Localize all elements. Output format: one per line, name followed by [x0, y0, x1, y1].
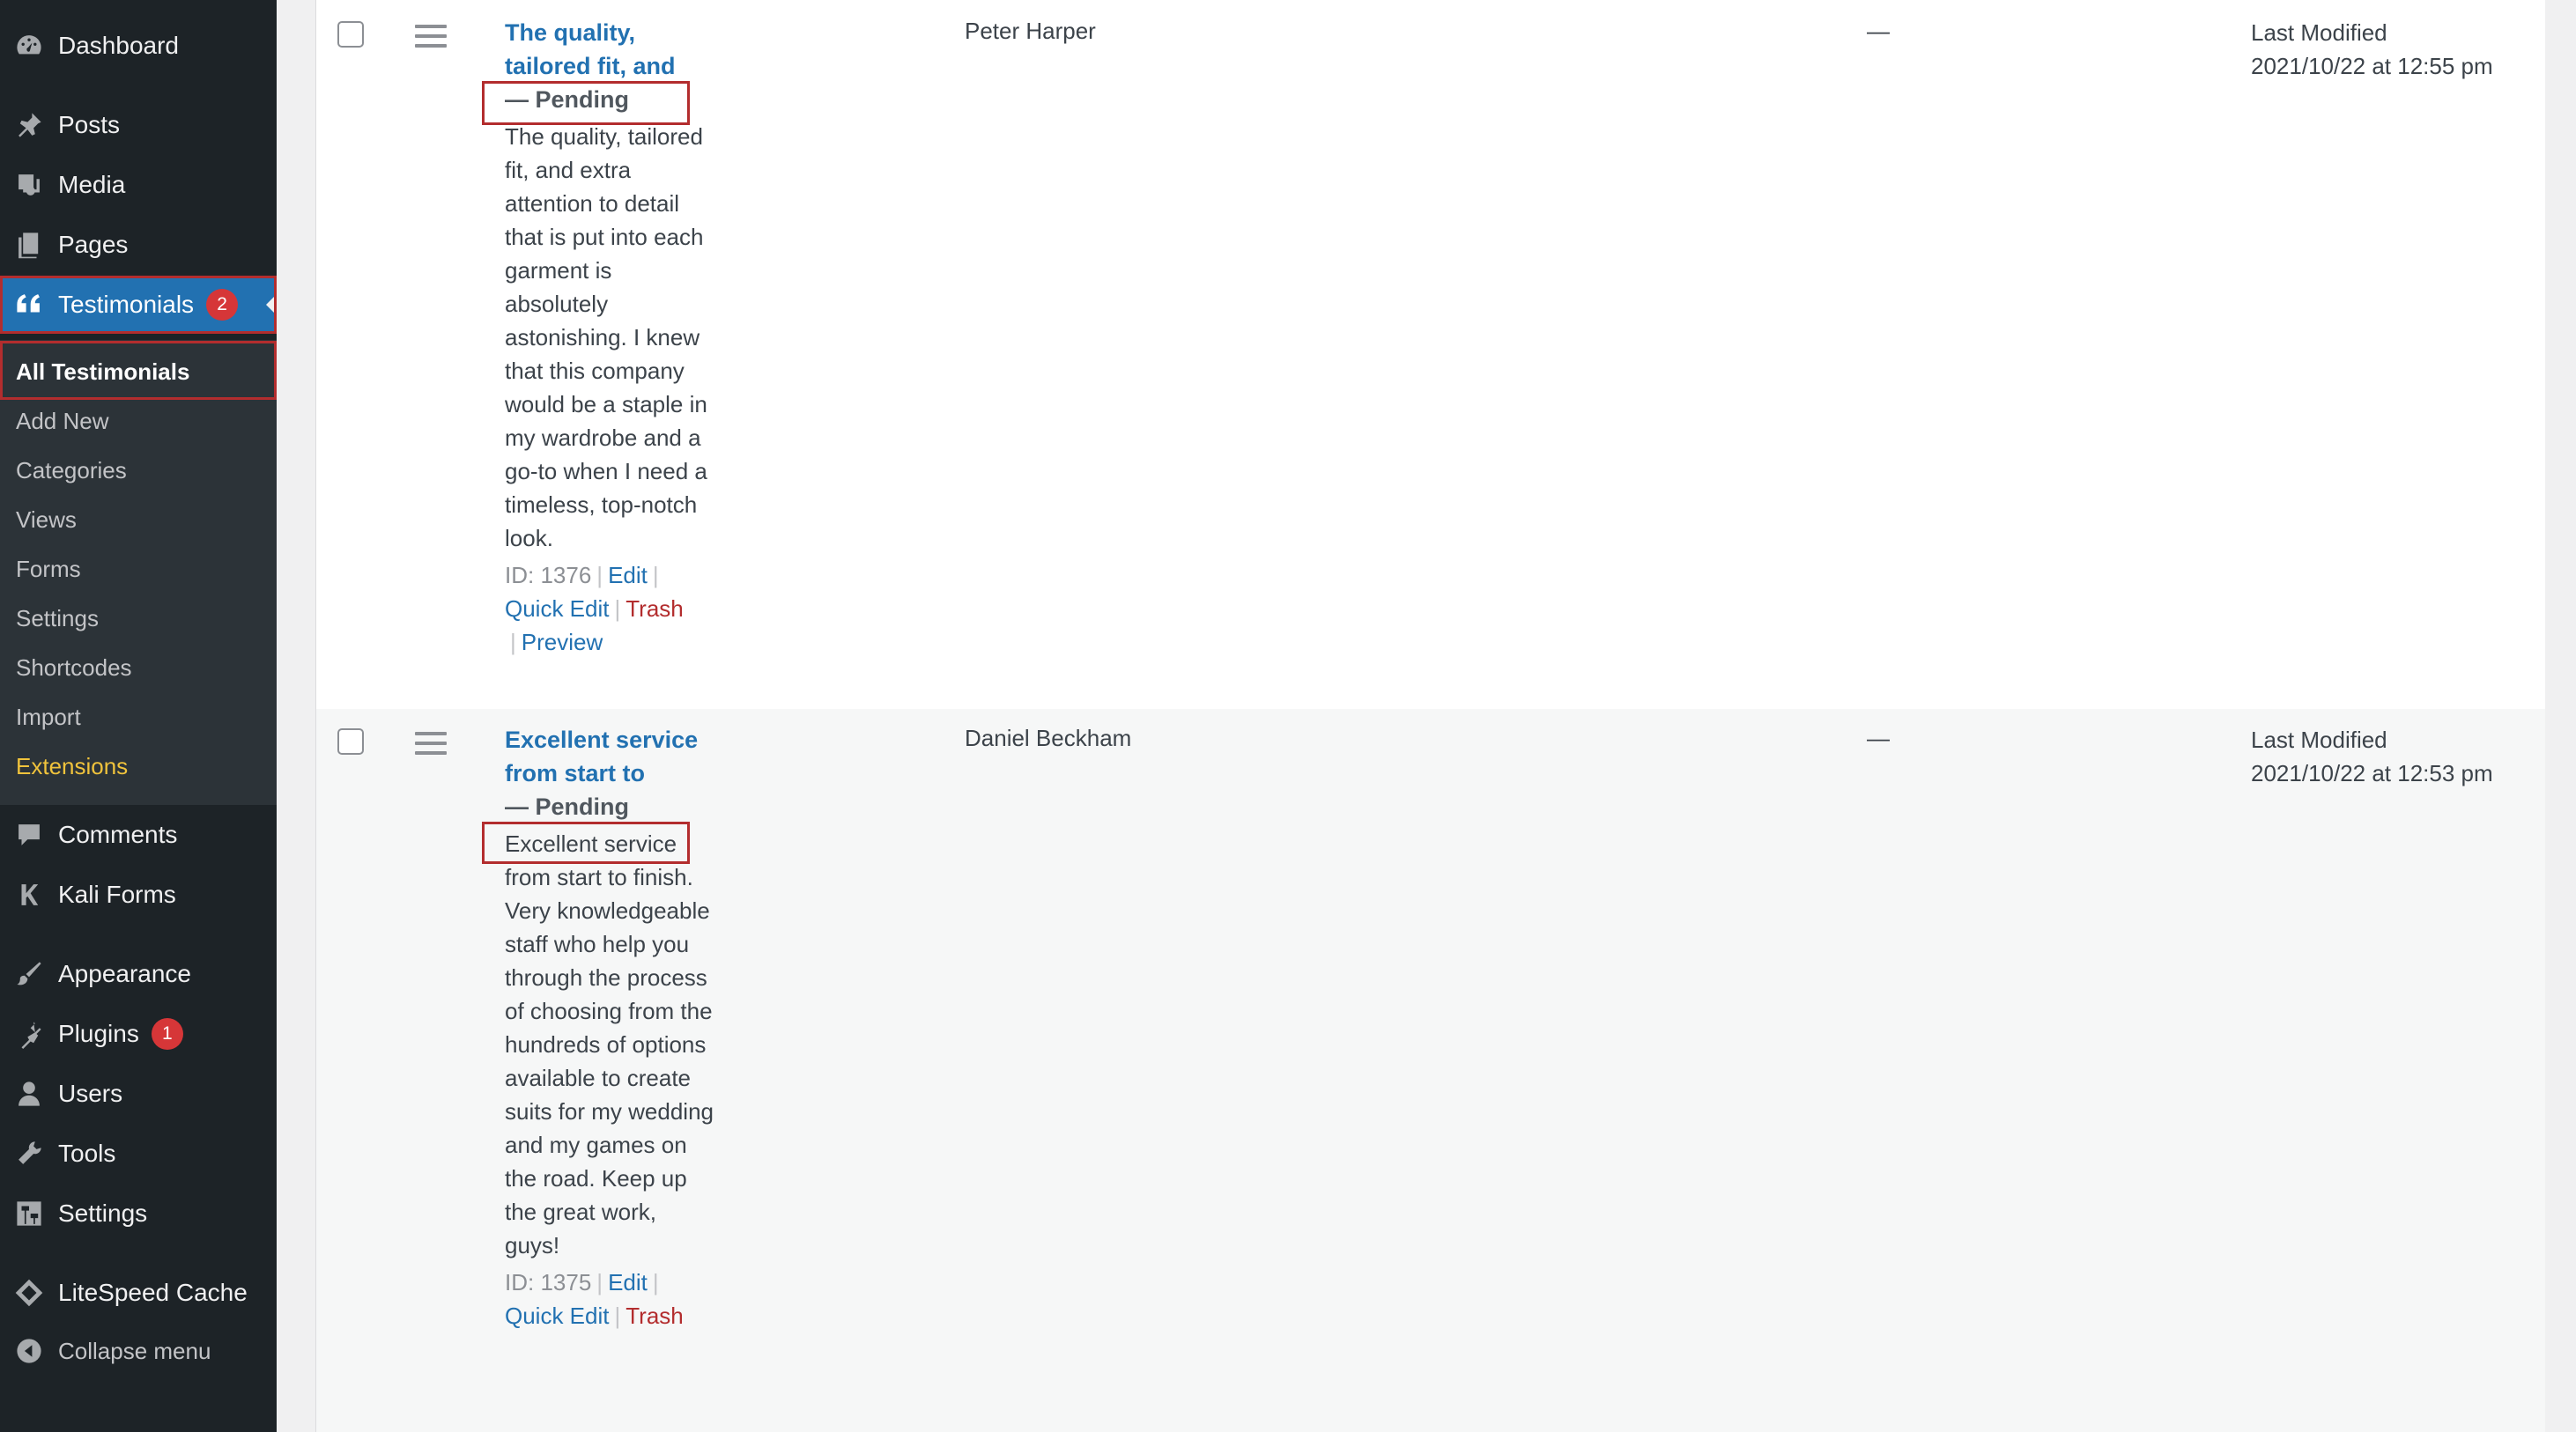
edit-link[interactable]: Edit [608, 562, 648, 588]
submenu-settings[interactable]: Settings [16, 601, 99, 636]
submenu-forms[interactable]: Forms [16, 551, 81, 587]
sidebar-item-label: Pages [58, 231, 129, 258]
table-row: The quality, tailored fit, and — Pending… [316, 0, 2545, 709]
collapse-icon [0, 1336, 58, 1366]
post-state-pending: — Pending [505, 794, 629, 820]
row-checbox[interactable] [337, 728, 364, 755]
count-badge: 1 [151, 1018, 183, 1050]
sidebar-item-label: Media [58, 171, 126, 198]
sidebar-item-label: LiteSpeed Cache [58, 1279, 248, 1306]
drag-handle-icon[interactable] [415, 25, 447, 48]
sidebar-item-dashboard[interactable]: Dashboard [0, 19, 277, 72]
sidebar-item-users[interactable]: Users [0, 1067, 277, 1120]
date-value: 2021/10/22 at 12:53 pm [2251, 760, 2493, 786]
highlight-box [0, 276, 277, 334]
submenu-extensions[interactable]: Extensions [16, 749, 128, 784]
sidebar-item-label: Dashboard [58, 32, 179, 59]
highlight-box [0, 341, 277, 400]
diamond-icon [0, 1278, 58, 1308]
empty-value: — [1867, 725, 1890, 751]
sidebar-item-label: Tools [58, 1140, 116, 1167]
row-id: ID: 1375 [505, 1269, 592, 1295]
sidebar-item-posts[interactable]: Posts [0, 99, 277, 151]
highlight-box [482, 822, 690, 864]
empty-value: — [1867, 18, 1890, 44]
user-icon [0, 1079, 58, 1109]
testimonials-list-table: The quality, tailored fit, and — Pending… [315, 0, 2545, 1432]
wrench-icon [0, 1139, 58, 1169]
sidebar-item-kali-forms[interactable]: Kali Forms [0, 868, 277, 921]
sidebar-item-label: Comments [58, 821, 178, 848]
plugin-icon [0, 1019, 58, 1049]
drag-handle-icon[interactable] [415, 732, 447, 755]
admin-sidebar: Dashboard Posts Media Pages Testimonials… [0, 0, 277, 1432]
sidebar-item-label: Kali Forms [58, 881, 176, 908]
edit-link[interactable]: Edit [608, 1269, 648, 1295]
date-label: Last Modified [2251, 19, 2387, 46]
sidebar-item-pages[interactable]: Pages [0, 218, 277, 271]
media-icon [0, 170, 58, 200]
submenu-categories[interactable]: Categories [16, 453, 127, 488]
submenu-shortcodes[interactable]: Shortcodes [16, 650, 132, 685]
date-column: Last Modified 2021/10/22 at 12:53 pm [2251, 723, 2493, 790]
sidebar-item-label: Settings [58, 1199, 148, 1227]
brush-icon [0, 959, 58, 989]
sidebar-item-comments[interactable]: Comments [0, 808, 277, 861]
row-excerpt: Excellent service from start to finish. … [505, 830, 714, 1259]
row-title-link[interactable]: The quality, tailored fit, and [505, 16, 716, 83]
preview-link[interactable]: Preview [522, 629, 603, 655]
row-title-link[interactable]: Excellent service from start to [505, 723, 716, 790]
sidebar-item-label: Appearance [58, 960, 192, 987]
pin-icon [0, 110, 58, 140]
trash-link[interactable]: Trash [625, 595, 684, 622]
author-name: Daniel Beckham [965, 725, 1132, 751]
sidebar-item-plugins[interactable]: Plugins 1 [0, 1008, 277, 1060]
sidebar-item-media[interactable]: Media [0, 159, 277, 211]
kali-k-icon [0, 880, 58, 910]
settings-icon [0, 1199, 58, 1229]
date-value: 2021/10/22 at 12:55 pm [2251, 53, 2493, 79]
row-actions: ID: 1375 | Edit | Quick Edit | Trash [505, 1269, 684, 1329]
quick-edit-link[interactable]: Quick Edit [505, 595, 610, 622]
sidebar-item-label: Posts [58, 111, 121, 138]
submenu-add-new[interactable]: Add New [16, 403, 109, 439]
sidebar-item-label: Collapse menu [58, 1337, 211, 1364]
row-checkbox[interactable] [337, 21, 364, 48]
submenu-views[interactable]: Views [16, 502, 77, 537]
row-id: ID: 1376 [505, 562, 592, 588]
date-column: Last Modified 2021/10/22 at 12:55 pm [2251, 16, 2493, 83]
collapse-menu-button[interactable]: Collapse menu [0, 1325, 277, 1377]
sidebar-item-litespeed-cache[interactable]: LiteSpeed Cache [0, 1266, 277, 1319]
sidebar-item-appearance[interactable]: Appearance [0, 948, 277, 1000]
dashboard-icon [0, 31, 58, 61]
sidebar-item-settings[interactable]: Settings [0, 1187, 277, 1240]
sidebar-item-tools[interactable]: Tools [0, 1127, 277, 1180]
table-row: Excellent service from start to — Pendin… [316, 709, 2545, 1432]
submenu-import[interactable]: Import [16, 699, 81, 734]
title-column: Excellent service from start to — Pendin… [505, 723, 716, 1332]
author-name: Peter Harper [965, 18, 1096, 44]
comment-icon [0, 820, 58, 850]
trash-link[interactable]: Trash [625, 1303, 684, 1329]
date-label: Last Modified [2251, 727, 2387, 753]
sidebar-item-label: Plugins [58, 1020, 139, 1047]
row-excerpt: The quality, tailored fit, and extra att… [505, 123, 707, 551]
quick-edit-link[interactable]: Quick Edit [505, 1303, 610, 1329]
highlight-box [482, 81, 690, 125]
pages-icon [0, 230, 58, 260]
sidebar-item-label: Users [58, 1080, 123, 1107]
testimonials-submenu: All Testimonials Add New Categories View… [0, 340, 277, 805]
row-actions: ID: 1376 | Edit | Quick Edit | Trash | Preview [505, 562, 684, 655]
